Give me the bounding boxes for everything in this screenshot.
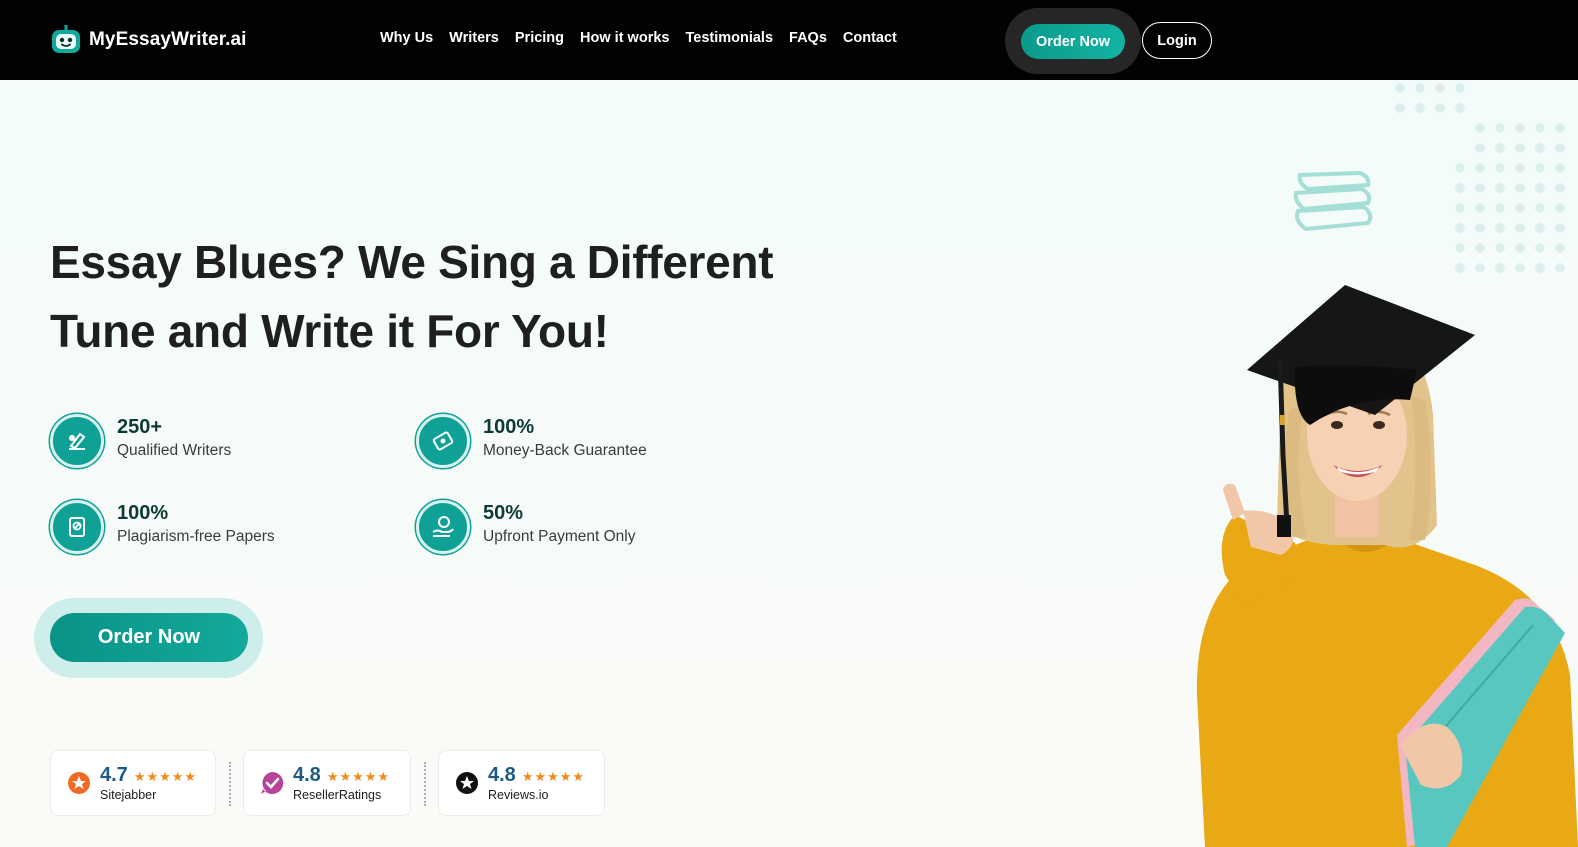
feature-value: 250+ bbox=[117, 416, 163, 438]
feature-qualified-writers: 250+ Qualified Writers bbox=[50, 414, 231, 468]
header-order-now-button[interactable]: Order Now bbox=[1021, 24, 1125, 59]
robot-logo-icon bbox=[52, 25, 80, 53]
feature-value: 100% bbox=[483, 416, 535, 438]
feature-upfront-payment: 50% Upfront Payment Only bbox=[416, 500, 635, 554]
nav-how-it-works[interactable]: How it works bbox=[580, 30, 669, 46]
rating-divider bbox=[229, 762, 231, 806]
rating-score: 4.7 bbox=[100, 764, 128, 786]
rating-source: Sitejabber bbox=[100, 788, 157, 802]
resellerratings-icon bbox=[261, 771, 284, 794]
upfront-payment-icon bbox=[416, 500, 470, 554]
feature-label: Qualified Writers bbox=[117, 442, 232, 459]
graduate-student-image bbox=[1196, 285, 1578, 847]
main-nav: Why Us Writers Pricing How it works Test… bbox=[380, 30, 913, 46]
rating-stars: ★★★★★ bbox=[521, 769, 586, 784]
books-decoration-icon bbox=[1293, 170, 1373, 232]
feature-value: 100% bbox=[117, 502, 169, 524]
feature-label: Money-Back Guarantee bbox=[483, 442, 647, 459]
sitejabber-icon bbox=[68, 772, 90, 794]
brand-name: MyEssayWriter.ai bbox=[89, 29, 247, 50]
rating-card-sitejabber[interactable]: 4.7 ★★★★★ Sitejabber bbox=[50, 750, 216, 816]
hero-headline-line-1: Essay Blues? We Sing a Different bbox=[50, 236, 774, 288]
hero-headline: Essay Blues? We Sing a Different Tune an… bbox=[50, 228, 810, 366]
rating-stars: ★★★★★ bbox=[326, 769, 391, 784]
rating-source: ResellerRatings bbox=[293, 788, 382, 802]
money-back-icon bbox=[416, 414, 470, 468]
rating-divider bbox=[424, 762, 426, 806]
hero-headline-line-2: Tune and Write it For You! bbox=[50, 305, 609, 357]
feature-money-back: 100% Money-Back Guarantee bbox=[416, 414, 647, 468]
login-button[interactable]: Login bbox=[1142, 22, 1212, 59]
feature-label: Upfront Payment Only bbox=[483, 528, 636, 545]
writer-icon bbox=[50, 414, 104, 468]
nav-writers[interactable]: Writers bbox=[449, 30, 499, 46]
feature-plagiarism-free: 100% Plagiarism-free Papers bbox=[50, 500, 275, 554]
hero-order-now-button[interactable]: Order Now bbox=[50, 613, 248, 662]
nav-testimonials[interactable]: Testimonials bbox=[685, 30, 773, 46]
nav-pricing[interactable]: Pricing bbox=[515, 30, 564, 46]
rating-score: 4.8 bbox=[293, 764, 321, 786]
rating-stars: ★★★★★ bbox=[133, 769, 198, 784]
rating-card-reviewsio[interactable]: 4.8 ★★★★★ Reviews.io bbox=[438, 750, 605, 816]
rating-source: Reviews.io bbox=[488, 788, 549, 802]
feature-label: Plagiarism-free Papers bbox=[117, 528, 275, 545]
feature-value: 50% bbox=[483, 502, 524, 524]
nav-faqs[interactable]: FAQs bbox=[789, 30, 827, 46]
reviewsio-icon bbox=[456, 772, 478, 794]
rating-score: 4.8 bbox=[488, 764, 516, 786]
nav-contact[interactable]: Contact bbox=[843, 30, 897, 46]
plagiarism-free-icon bbox=[50, 500, 104, 554]
site-header: MyEssayWriter.ai Why Us Writers Pricing … bbox=[0, 0, 1578, 80]
rating-card-resellerratings[interactable]: 4.8 ★★★★★ ResellerRatings bbox=[243, 750, 411, 816]
brand-logo[interactable]: MyEssayWriter.ai bbox=[50, 22, 247, 58]
nav-why-us[interactable]: Why Us bbox=[380, 30, 433, 46]
